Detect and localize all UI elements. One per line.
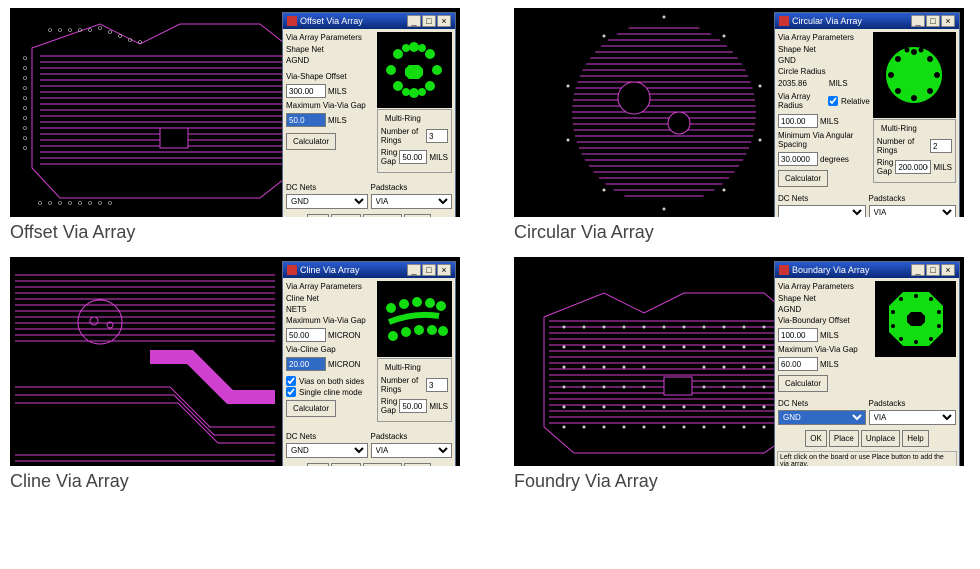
help-button[interactable]: Help xyxy=(404,214,430,217)
arr-radius-input[interactable] xyxy=(778,114,818,128)
dialog-title: Offset Via Array xyxy=(300,16,363,26)
close-btn[interactable]: × xyxy=(437,15,451,27)
padstacks-select[interactable]: VIA xyxy=(371,194,453,209)
close-btn[interactable]: × xyxy=(941,15,955,27)
hint-text: Left click on the board or use Place but… xyxy=(777,451,957,466)
caption: Cline Via Array xyxy=(10,472,466,490)
angular-input[interactable] xyxy=(778,152,818,166)
place-button[interactable]: Place xyxy=(331,214,361,217)
offset-dialog[interactable]: Offset Via Array_□× Via Array Parameters… xyxy=(282,12,456,217)
caption: Foundry Via Array xyxy=(514,472,970,490)
dcnets-select[interactable]: GND xyxy=(286,194,368,209)
preview xyxy=(377,32,452,108)
calc-button[interactable]: Calculator xyxy=(286,133,336,150)
preview xyxy=(377,281,452,357)
maxgap-input[interactable] xyxy=(286,113,326,127)
ringgap-input[interactable] xyxy=(399,150,427,164)
dialog-title: Circular Via Array xyxy=(792,16,862,26)
preview xyxy=(873,32,956,118)
caption: Offset Via Array xyxy=(10,223,466,241)
calc-button[interactable]: Calculator xyxy=(778,170,828,187)
max-btn[interactable]: □ xyxy=(422,15,436,27)
caption: Circular Via Array xyxy=(514,223,970,241)
numrings-input[interactable] xyxy=(426,129,448,143)
cline-dialog[interactable]: Cline Via Array_□× Via Array Parameters … xyxy=(282,261,456,466)
min-btn[interactable]: _ xyxy=(407,15,421,27)
offset-input[interactable] xyxy=(286,84,326,98)
preview xyxy=(875,281,956,357)
ok-button[interactable]: OK xyxy=(307,214,329,217)
circular-dialog[interactable]: Circular Via Array_□× Via Array Paramete… xyxy=(774,12,960,217)
unplace-button[interactable]: Unplace xyxy=(363,214,402,217)
boundary-dialog[interactable]: Boundary Via Array_□× Via Array Paramete… xyxy=(774,261,960,466)
